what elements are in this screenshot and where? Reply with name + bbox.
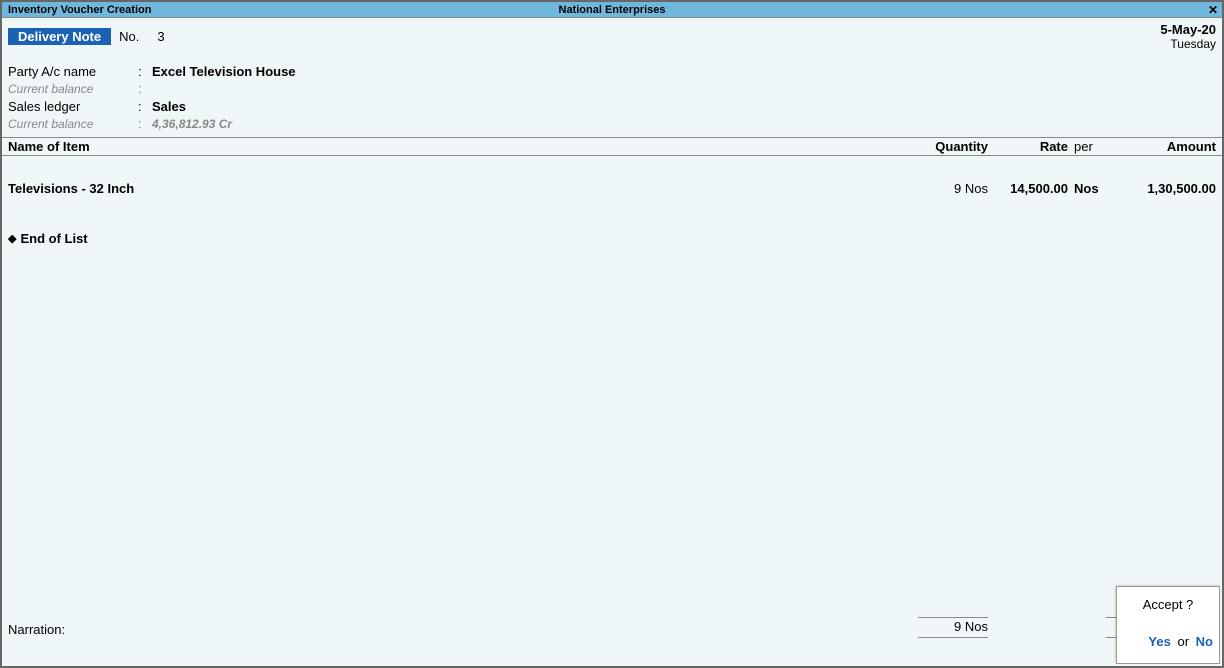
col-header-rate: Rate [988,138,1068,155]
ledger-balance-label: Current balance [8,116,138,133]
party-name-value[interactable]: Excel Television House [152,63,296,80]
items-body: Televisions - 32 Inch 9 Nos 14,500.00 No… [2,156,1222,246]
item-name: Televisions - 32 Inch [8,180,918,197]
voucher-no-label: No. [119,29,139,44]
end-of-list: ◆ End of List [8,231,1216,246]
col-header-per: per [1068,138,1106,155]
party-name-label: Party A/c name [8,63,138,80]
party-section: Party A/c name : Excel Television House … [2,53,1222,135]
voucher-header: Delivery Note No. 3 5-May-20 Tuesday [2,18,1222,53]
diamond-icon: ◆ [8,232,16,245]
item-amount: 1,30,500.00 [1106,180,1216,197]
ledger-balance-value: 4,36,812.93 Cr [152,116,232,133]
title-bar: Inventory Voucher Creation National Ente… [2,2,1222,18]
sales-ledger-value[interactable]: Sales [152,98,186,115]
item-per: Nos [1068,180,1106,197]
content-area: Delivery Note No. 3 5-May-20 Tuesday Par… [2,18,1222,666]
sales-ledger-label: Sales ledger [8,98,138,115]
party-balance-label: Current balance [8,81,138,98]
voucher-day: Tuesday [1160,37,1216,51]
voucher-header-right: 5-May-20 Tuesday [1160,22,1216,51]
items-header: Name of Item Quantity Rate per Amount [2,137,1222,156]
item-rate: 14,500.00 [988,180,1068,197]
voucher-no-value[interactable]: 3 [157,29,164,44]
col-header-amount: Amount [1106,138,1216,155]
item-quantity: 9 Nos [918,180,988,197]
voucher-date: 5-May-20 [1160,22,1216,37]
accept-or: or [1177,634,1189,649]
narration-label: Narration: [8,621,918,638]
accept-dialog: Accept ? Yes or No [1116,586,1220,664]
accept-title: Accept ? [1123,597,1213,612]
accept-no-button[interactable]: No [1196,634,1213,649]
accept-yes-button[interactable]: Yes [1148,634,1170,649]
title-left: Inventory Voucher Creation [2,4,151,16]
table-row[interactable]: Televisions - 32 Inch 9 Nos 14,500.00 No… [8,180,1216,197]
totals-row: Narration: 9 Nos [8,617,1216,638]
close-icon[interactable]: ✕ [1208,3,1218,17]
total-quantity: 9 Nos [918,617,988,638]
footer: Narration: 9 Nos [2,617,1222,666]
title-center: National Enterprises [559,4,666,16]
col-header-name: Name of Item [8,138,918,155]
voucher-type[interactable]: Delivery Note [8,28,111,45]
col-header-quantity: Quantity [918,138,988,155]
voucher-header-left: Delivery Note No. 3 [8,22,165,51]
